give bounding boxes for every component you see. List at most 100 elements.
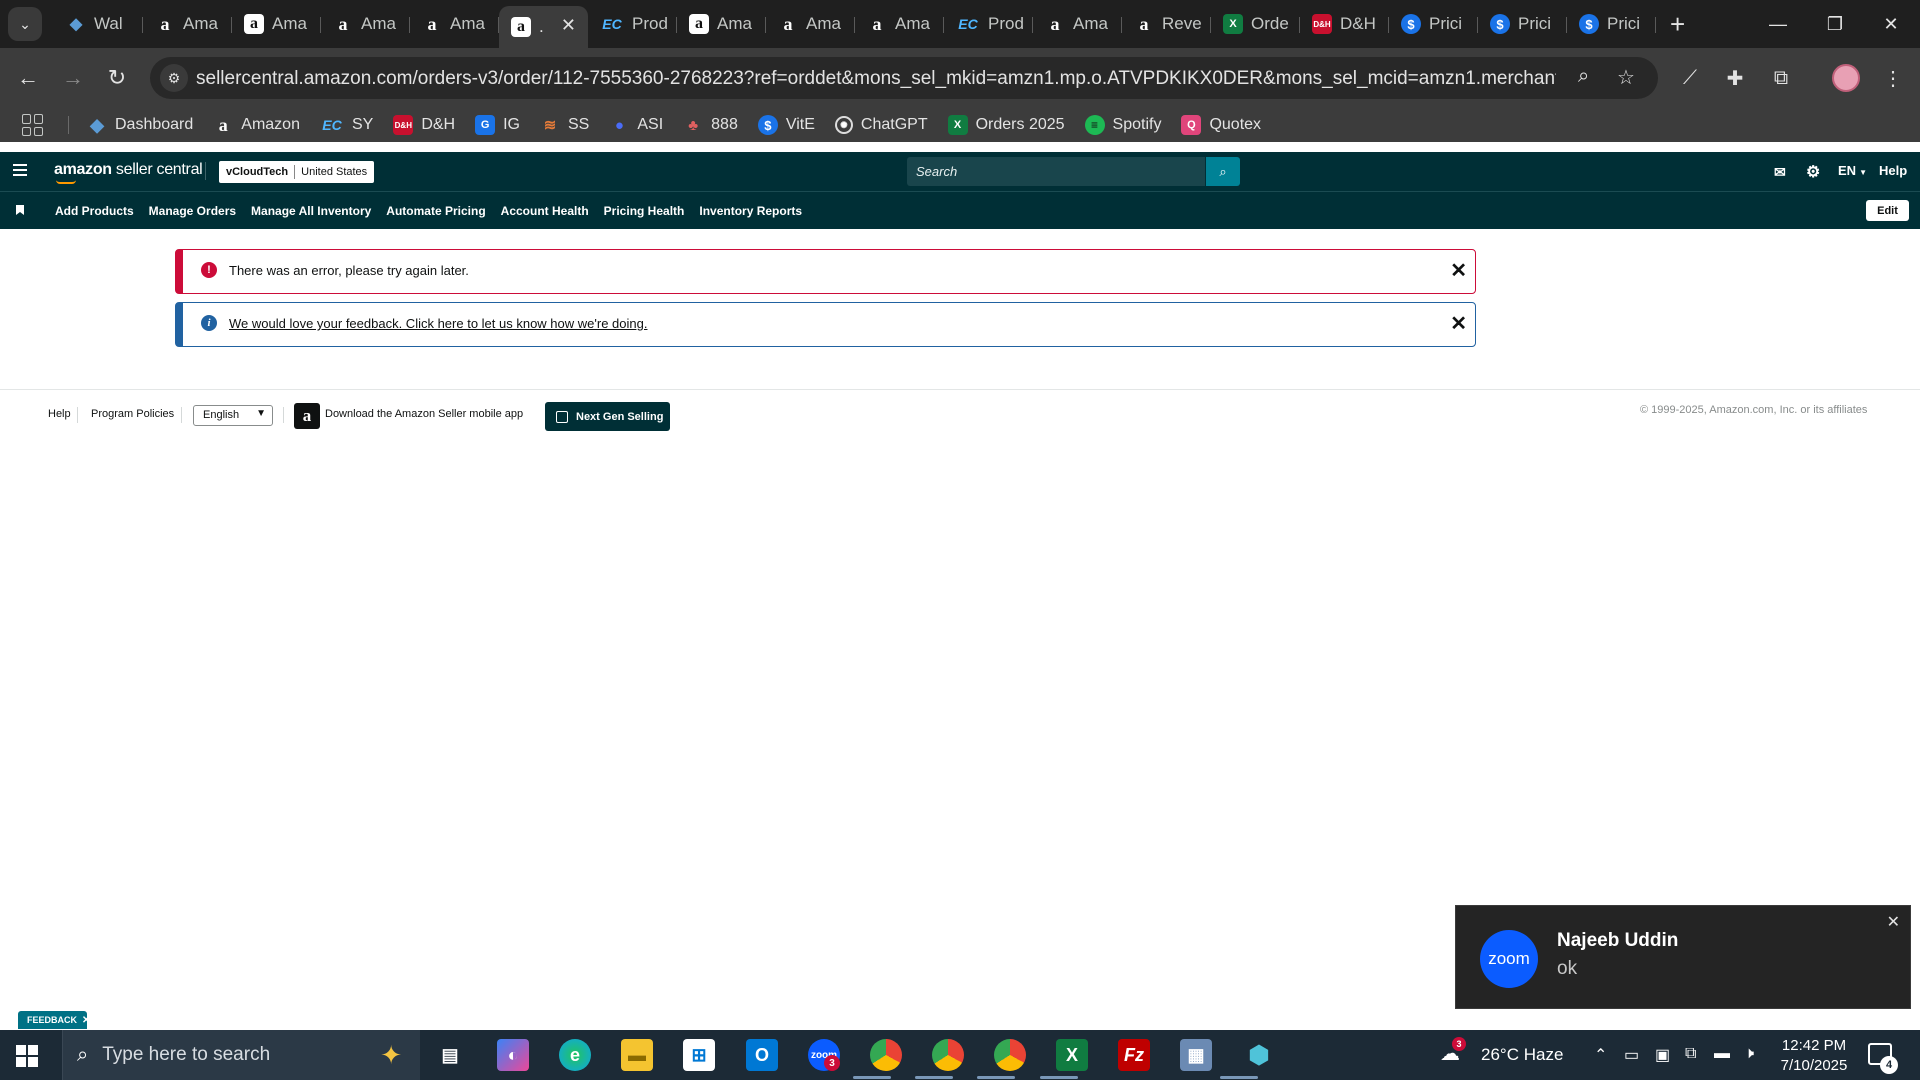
browser-tab[interactable]: $ Prici [1389, 6, 1478, 42]
browser-tab[interactable]: a Ama [143, 6, 232, 42]
url-text[interactable]: sellercentral.amazon.com/orders-v3/order… [196, 68, 1556, 90]
bookmark-amazon[interactable]: a Amazon [213, 115, 300, 135]
extensions-puzzle-icon[interactable]: ⧉ [1768, 65, 1794, 91]
browser-tab[interactable]: $ Prici [1478, 6, 1567, 42]
new-tab-icon[interactable]: + [1670, 9, 1685, 40]
hamburger-menu-icon[interactable] [13, 164, 27, 176]
tab-search-dropdown-icon[interactable]: ⌄ [8, 7, 42, 41]
settings-gear-icon[interactable]: ⚙ [1806, 162, 1820, 182]
footer-program-policies-link[interactable]: Program Policies [91, 408, 174, 420]
account-switcher[interactable]: vCloudTech United States [219, 161, 375, 183]
mail-icon[interactable]: ✉ [1774, 164, 1786, 181]
menu-kebab-icon[interactable]: ⋮ [1880, 65, 1906, 91]
browser-tab[interactable]: a Ama [677, 6, 766, 42]
browser-tab[interactable]: EC Prod [944, 6, 1033, 42]
edge-icon[interactable]: e [559, 1039, 591, 1071]
language-select[interactable]: English ▼ [193, 405, 273, 426]
windows-start-icon[interactable] [16, 1045, 38, 1067]
reload-icon[interactable]: ↻ [99, 60, 135, 96]
bookmark-dashboard[interactable]: ◆ Dashboard [87, 115, 193, 135]
browser-tab[interactable]: a Ama [855, 6, 944, 42]
download-app-link[interactable]: Download the Amazon Seller mobile app [325, 408, 523, 420]
extension-icon[interactable]: ✚ [1722, 65, 1748, 91]
nav-manage-orders[interactable]: Manage Orders [149, 204, 236, 218]
volume-muted-icon[interactable]: 🕨 [1744, 1045, 1754, 1063]
task-view-icon[interactable]: ▤ [434, 1039, 466, 1071]
chrome-icon[interactable] [994, 1039, 1026, 1071]
microsoft-store-icon[interactable]: ⊞ [683, 1039, 715, 1071]
bookmark-quotex[interactable]: Q Quotex [1181, 115, 1261, 135]
taskbar-search[interactable]: ⌕ Type here to search ✦ [62, 1030, 420, 1080]
feedback-link[interactable]: We would love your feedback. Click here … [229, 316, 647, 331]
browser-tab[interactable]: ◆ Wal [54, 6, 143, 42]
zoom-icon[interactable]: ⌕ [1578, 65, 1589, 88]
forward-icon[interactable]: → [55, 60, 91, 96]
filezilla-icon[interactable]: Fz [1118, 1039, 1150, 1071]
search-button[interactable]: ⌕ [1206, 157, 1240, 186]
bookmark-ig[interactable]: G IG [475, 115, 520, 135]
extension-icon[interactable]: ⟋ [1677, 65, 1703, 91]
nav-pricing-health[interactable]: Pricing Health [604, 204, 685, 218]
browser-tab[interactable]: a Ama [410, 6, 499, 42]
bookmark-spotify[interactable]: ≡ Spotify [1084, 115, 1161, 135]
display-icon[interactable]: ⧉ [1685, 1045, 1696, 1063]
battery-icon[interactable]: ▬ [1714, 1045, 1730, 1063]
outlook-icon[interactable]: O [746, 1039, 778, 1071]
excel-icon[interactable]: X [1056, 1039, 1088, 1071]
bookmark-vite[interactable]: $ VitE [757, 115, 815, 135]
calculator-icon[interactable]: ▦ [1180, 1039, 1212, 1071]
help-link[interactable]: Help [1879, 163, 1907, 178]
system-clock[interactable]: 12:42 PM 7/10/2025 [1776, 1036, 1852, 1076]
close-icon[interactable]: ✕ [1887, 912, 1900, 932]
browser-tab[interactable]: a Ama [766, 6, 855, 42]
file-explorer-icon[interactable]: ▬ [621, 1039, 653, 1071]
close-icon[interactable]: ✕ [1450, 314, 1467, 334]
meet-now-icon[interactable]: ▣ [1655, 1045, 1670, 1065]
bookmark-asi[interactable]: ● ASI [609, 115, 663, 135]
chrome-icon[interactable] [932, 1039, 964, 1071]
nav-inventory-reports[interactable]: Inventory Reports [699, 204, 802, 218]
restore-icon[interactable]: ❐ [1806, 0, 1864, 48]
browser-tab[interactable]: a Ama [232, 6, 321, 42]
chrome-icon[interactable] [870, 1039, 902, 1071]
chevron-up-icon[interactable]: ⌃ [1594, 1045, 1607, 1065]
feedback-tab[interactable]: FEEDBACK ✕ [18, 1011, 90, 1029]
browser-tab-active[interactable]: a. ✕ [499, 6, 588, 48]
browser-tab[interactable]: D&H D&H [1300, 6, 1389, 42]
nav-manage-all-inventory[interactable]: Manage All Inventory [251, 204, 371, 218]
close-tab-icon[interactable]: ✕ [561, 15, 576, 36]
browser-tab[interactable]: EC Prod [588, 6, 677, 42]
nav-add-products[interactable]: Add Products [55, 204, 134, 218]
bookmark-ss[interactable]: ≋ SS [540, 115, 590, 135]
bookmark-dh[interactable]: D&H D&H [393, 115, 455, 135]
bookmark-star-icon[interactable]: ☆ [1617, 65, 1635, 90]
bookmark-icon[interactable] [16, 205, 24, 215]
network-icon[interactable]: ▭ [1624, 1045, 1639, 1065]
browser-tab[interactable]: a Reve [1122, 6, 1211, 42]
bookmark-orders-2025[interactable]: X Orders 2025 [947, 115, 1065, 135]
edit-nav-button[interactable]: Edit [1866, 200, 1909, 221]
browser-tab[interactable]: $ Prici [1567, 6, 1656, 42]
close-window-icon[interactable]: ✕ [1862, 0, 1920, 48]
browser-tab[interactable]: a Ama [321, 6, 410, 42]
next-gen-selling-button[interactable]: Next Gen Selling [545, 402, 670, 431]
close-icon[interactable]: ✕ [82, 1015, 90, 1026]
profile-avatar[interactable] [1832, 64, 1860, 92]
language-dropdown[interactable]: EN ▼ [1838, 163, 1867, 178]
weather-text[interactable]: 26°C Haze [1481, 1045, 1563, 1065]
browser-tab[interactable]: a Ama [1033, 6, 1122, 42]
amazon-app-icon[interactable]: a [294, 403, 320, 429]
nav-automate-pricing[interactable]: Automate Pricing [386, 204, 485, 218]
bookmark-chatgpt[interactable]: ✺ ChatGPT [834, 116, 928, 134]
address-bar[interactable]: ⚙ sellercentral.amazon.com/orders-v3/ord… [150, 57, 1658, 99]
footer-help-link[interactable]: Help [48, 408, 71, 420]
minimize-icon[interactable]: — [1749, 0, 1807, 48]
copilot-icon[interactable]: ◐ [497, 1039, 529, 1071]
search-input[interactable] [907, 157, 1205, 186]
bookmark-888[interactable]: ♣ 888 [683, 115, 738, 135]
back-icon[interactable]: ← [10, 60, 46, 96]
app-icon[interactable]: ⬢ [1243, 1039, 1275, 1071]
zoom-notification[interactable]: zoom Najeeb Uddin ok ✕ [1455, 905, 1911, 1009]
apps-grid-icon[interactable] [22, 114, 44, 136]
bookmark-sy[interactable]: EC SY [320, 115, 373, 135]
